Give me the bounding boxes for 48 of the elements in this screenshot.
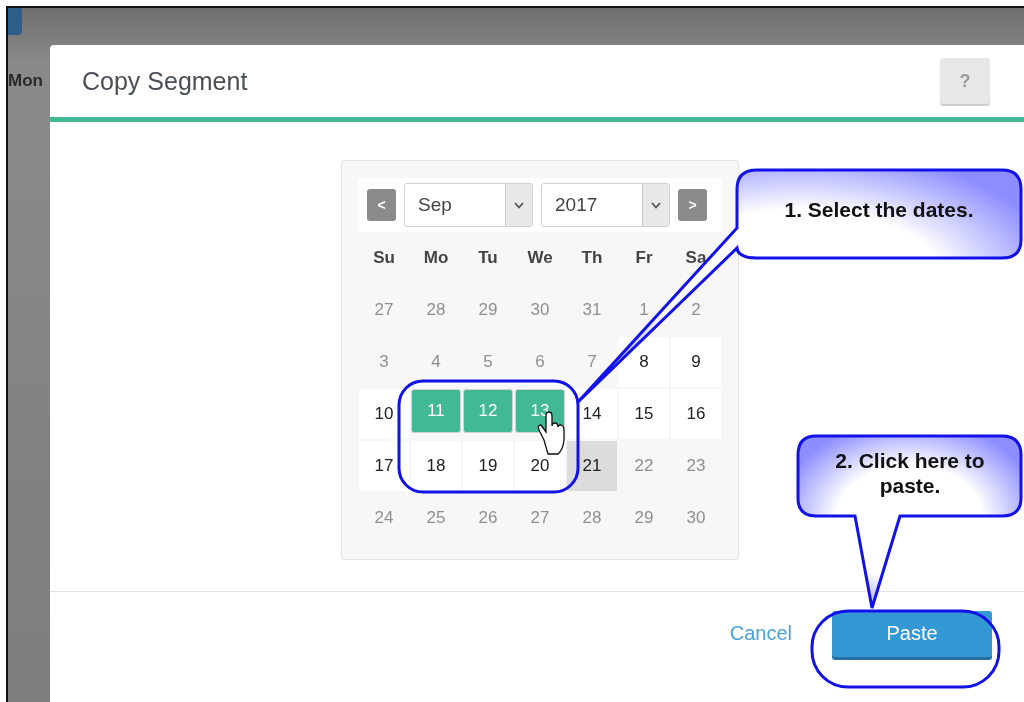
weekday-label: Mo bbox=[422, 247, 450, 269]
calendar-day[interactable]: 8 bbox=[619, 337, 669, 387]
calendar-day: 26 bbox=[463, 493, 513, 543]
calendar-day: 31 bbox=[567, 285, 617, 335]
calendar-day: 25 bbox=[411, 493, 461, 543]
calendar-day: 3 bbox=[359, 337, 409, 387]
calendar-day: 30 bbox=[515, 285, 565, 335]
calendar-day[interactable]: 19 bbox=[463, 441, 513, 491]
calendar-day: 29 bbox=[619, 493, 669, 543]
weekday-label: Su bbox=[372, 247, 396, 269]
calendar-day[interactable]: 21 bbox=[567, 441, 617, 491]
calendar-day: 2 bbox=[671, 285, 721, 335]
calendar-day: 24 bbox=[359, 493, 409, 543]
column-header: Mon bbox=[8, 71, 43, 91]
chevron-down-icon bbox=[651, 201, 661, 209]
tab-edge bbox=[8, 8, 22, 35]
calendar-day: 28 bbox=[411, 285, 461, 335]
calendar-day[interactable]: 17 bbox=[359, 441, 409, 491]
calendar-day: 27 bbox=[359, 285, 409, 335]
calendar-day[interactable]: 20 bbox=[515, 441, 565, 491]
weekday-label: We bbox=[526, 247, 554, 269]
calendar-day[interactable]: 15 bbox=[619, 389, 669, 439]
calendar-day[interactable]: 18 bbox=[411, 441, 461, 491]
calendar-day[interactable]: 14 bbox=[567, 389, 617, 439]
calendar-day: 1 bbox=[619, 285, 669, 335]
calendar-day: 23 bbox=[671, 441, 721, 491]
calendar-day: 7 bbox=[567, 337, 617, 387]
dialog-title: Copy Segment bbox=[82, 66, 248, 96]
callout-text: 2. Click here to paste. bbox=[835, 448, 985, 498]
calendar-day: 5 bbox=[463, 337, 513, 387]
month-dropdown[interactable]: Sep bbox=[404, 183, 533, 227]
calendar-day[interactable]: 10 bbox=[359, 389, 409, 439]
weekday-label: Th bbox=[580, 247, 604, 269]
calendar-day: 30 bbox=[671, 493, 721, 543]
weekday-label: Tu bbox=[477, 247, 499, 269]
year-dropdown[interactable]: 2017 bbox=[541, 183, 670, 227]
calendar-day: 4 bbox=[411, 337, 461, 387]
chevron-down-icon bbox=[514, 201, 524, 209]
calendar-day[interactable]: 16 bbox=[671, 389, 721, 439]
calendar-day: 27 bbox=[515, 493, 565, 543]
callout-text: 1. Select the dates. bbox=[783, 198, 975, 222]
weekday-label: Sa bbox=[684, 247, 708, 269]
calendar-day: 6 bbox=[515, 337, 565, 387]
calendar-day: 22 bbox=[619, 441, 669, 491]
calendar-day: 29 bbox=[463, 285, 513, 335]
calendar-day: 28 bbox=[567, 493, 617, 543]
weekday-label: Fr bbox=[634, 247, 654, 269]
calendar-day[interactable]: 9 bbox=[671, 337, 721, 387]
